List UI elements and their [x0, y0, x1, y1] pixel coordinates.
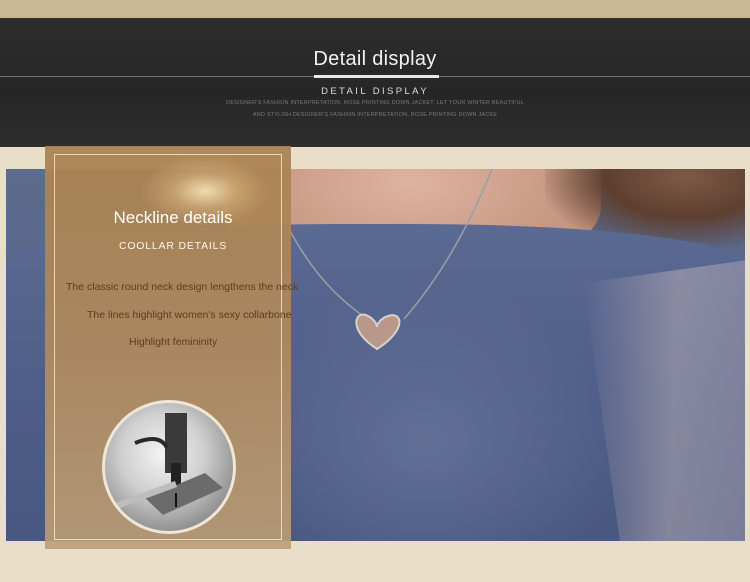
- detail-line-3: Highlight femininity: [129, 336, 218, 348]
- header-subtitle: DETAIL DISPLAY: [321, 86, 429, 97]
- detail-line-1: The classic round neck design lengthens …: [66, 281, 299, 293]
- sewing-machine-inset: [102, 400, 236, 534]
- panel-subtitle: COOLLAR DETAILS: [118, 240, 228, 252]
- heart-pendant-icon: [355, 313, 401, 351]
- header-banner: Detail display DETAIL DISPLAY DESIGNER'S…: [0, 18, 750, 147]
- detail-panel: Neckline details COOLLAR DETAILS The cla…: [45, 146, 298, 549]
- detail-line-2: The lines highlight women's sexy collarb…: [87, 309, 292, 321]
- sewing-machine-icon: [115, 413, 223, 515]
- top-strip: [0, 0, 750, 18]
- header-divider-accent: [314, 75, 439, 78]
- header-description-line-1: DESIGNER'S FASHION INTERPRETATION, ROSE …: [226, 100, 524, 106]
- panel-title: Neckline details: [113, 208, 233, 227]
- header-title: Detail display: [313, 48, 437, 70]
- header-description-line-2: AND STYLISH DESIGNER'S FASHION INTERPRET…: [252, 112, 498, 118]
